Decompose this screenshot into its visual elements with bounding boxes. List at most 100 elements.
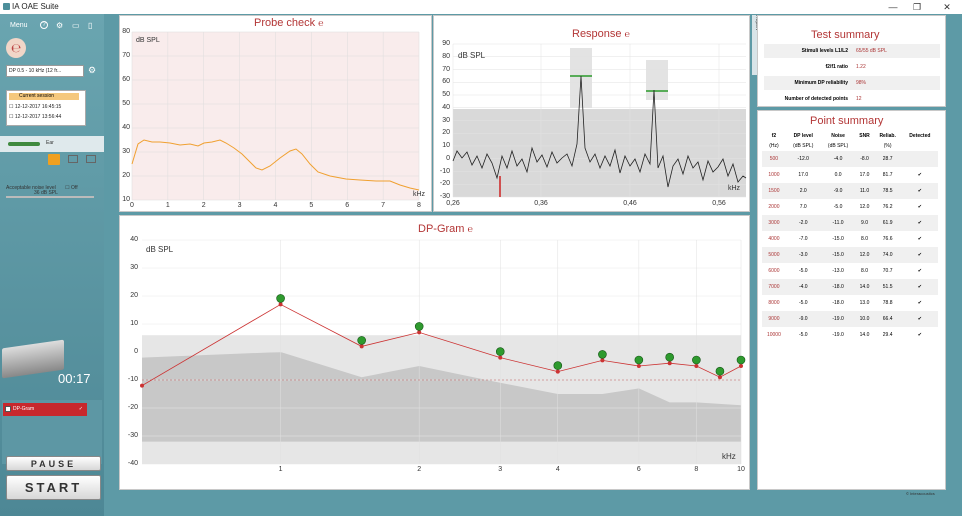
dp-point — [694, 364, 699, 368]
dpgram-checkbox[interactable] — [5, 406, 11, 412]
x-tick-label: 0,46 — [623, 200, 637, 207]
table-cell: ✔ — [901, 215, 938, 231]
table-cell: 28.7 — [873, 151, 902, 167]
sidebar-menu-row: Menu ? ⚙ ▭ ▯ — [6, 18, 101, 32]
table-cell: 4000 — [768, 236, 780, 242]
current-session-item[interactable]: Current session — [9, 93, 79, 100]
table-cell: 66.4 — [873, 311, 902, 327]
report-toggle[interactable] — [86, 155, 96, 163]
stimulus-marker-f2 — [646, 60, 668, 100]
table-cell: -11.0 — [820, 215, 856, 231]
summary-row: Stimuli levels L1/L2 65/55 dB SPL — [764, 44, 940, 58]
window-title: IA OAE Suite — [12, 2, 59, 11]
y-tick-label: 60 — [122, 76, 130, 83]
noise-off-checkbox[interactable]: ☐ Off — [65, 185, 77, 191]
x-tick-label: 7 — [381, 202, 386, 209]
table-cell: -4.0 — [785, 279, 821, 295]
y-tick-label: 0 — [134, 348, 138, 355]
table-cell: -13.0 — [832, 268, 844, 274]
table-row: 4000 -7.0 -15.0 8.0 76.6 ✔ — [762, 231, 938, 247]
summary-value: 98% — [856, 80, 867, 86]
x-tick-label: 0,26 — [446, 200, 460, 207]
noise-slider-track[interactable] — [6, 196, 94, 198]
table-cell: 74.0 — [873, 247, 902, 263]
summary-label: Number of detected points — [784, 96, 848, 102]
y-tick-label: 60 — [442, 78, 450, 86]
session-item[interactable]: ☐ 12-12-2017 13:56:44 — [9, 114, 61, 120]
table-header: f2 DP level Noise SNR Reliab. Detected — [762, 131, 938, 141]
y-tick-label: 40 — [122, 124, 130, 131]
table-cell: ✔ — [917, 332, 922, 338]
x-tick-label: 2 — [201, 202, 206, 209]
table-cell: 17.0 — [859, 172, 870, 178]
detected-check-icon — [665, 352, 674, 362]
detected-check-icon — [495, 347, 505, 356]
maximize-button[interactable]: ❐ — [910, 1, 924, 13]
save-icon[interactable]: ▯ — [88, 21, 92, 30]
ear-indicator — [8, 142, 40, 146]
y-axis-label: dB SPL — [136, 37, 160, 44]
detected-check-icon — [276, 294, 285, 303]
menu-button[interactable]: Menu — [10, 22, 28, 29]
close-button[interactable]: ✕ — [940, 1, 954, 13]
session-item[interactable]: ☐ 12-12-2017 16:45:15 — [9, 104, 61, 110]
session-date: 12-12-2017 16:45:15 — [14, 104, 62, 110]
table-cell: -2.0 — [785, 215, 821, 231]
column-header: Noise — [820, 131, 856, 141]
ear-select-icon[interactable]: ℮ — [6, 38, 26, 58]
dpgram-chart: dB SPL kHz — [140, 239, 746, 465]
ear-label: Ear — [46, 140, 54, 146]
pause-button[interactable]: PAUSE — [6, 456, 101, 471]
dp-point — [667, 361, 672, 366]
column-subheader: (dB SPL) — [820, 141, 856, 151]
table-cell: -15.0 — [832, 236, 844, 242]
table-row: 3000 -2.0 -11.0 9.0 61.9 ✔ — [762, 215, 938, 231]
session-date: 12-12-2017 13:56:44 — [14, 114, 62, 120]
noise-floor-area — [453, 109, 746, 197]
table-cell: 3000 — [762, 215, 786, 231]
table-cell: -5.0 — [798, 332, 808, 338]
table-row: 7000 -4.0 -18.0 14.0 51.5 ✔ — [762, 279, 938, 295]
y-axis-label: dB SPL — [146, 245, 174, 254]
table-cell: -19.0 — [820, 311, 856, 327]
y-tick-label: 0 — [446, 154, 450, 162]
y-tick-label: -10 — [127, 376, 138, 383]
x-axis-unit: kHz — [722, 452, 736, 461]
detected-check-icon — [414, 322, 424, 331]
protocol-select[interactable]: DP 0.5 - 10 kHz (12 fr... — [6, 65, 84, 77]
table-cell: -19.0 — [832, 332, 844, 338]
summary-row: Number of detected points 12 — [764, 92, 940, 106]
y-tick-label: 70 — [442, 65, 450, 73]
detected-check-icon — [598, 350, 607, 359]
detected-check-icon — [553, 361, 563, 370]
x-tick-label: 8 — [694, 466, 699, 473]
table-row: 2000 7.0 -5.0 12.0 76.2 ✔ — [762, 199, 938, 215]
y-tick-label: -40 — [127, 460, 138, 467]
dp-point — [278, 302, 283, 307]
view-toggle[interactable] — [68, 155, 78, 163]
table-cell: 500 — [762, 151, 786, 167]
print-icon[interactable]: ▭ — [72, 21, 80, 30]
protocol-settings-icon[interactable]: ⚙ — [88, 65, 96, 76]
detected-check-icon — [715, 366, 725, 376]
table-cell: 14.0 — [855, 279, 874, 295]
table-cell: 7000 — [762, 279, 786, 295]
x-tick-label: 1 — [278, 466, 283, 473]
summary-label: Stimuli levels L1/L2 — [801, 48, 848, 54]
minimize-button[interactable]: — — [886, 1, 900, 13]
dp-point — [600, 358, 605, 363]
column-header: Reliab. — [873, 131, 902, 141]
table-cell: 12.0 — [855, 247, 874, 263]
view-toggle-active[interactable] — [48, 154, 60, 165]
y-tick-label: 20 — [122, 172, 130, 179]
dpgram-test-item[interactable]: DP-Gram ✓ — [3, 403, 87, 416]
settings-icon[interactable]: ⚙ — [56, 21, 63, 30]
help-icon[interactable]: ? — [40, 21, 48, 29]
noise-slider-value: 36 dB SPL — [34, 190, 58, 196]
start-button[interactable]: START — [6, 475, 101, 500]
y-tick-label: 50 — [442, 91, 450, 98]
table-cell: -9.0 — [820, 183, 856, 199]
detected-check-icon — [634, 355, 644, 365]
y-tick-label: 40 — [442, 103, 450, 111]
table-row: 1000 17.0 0.0 17.0 81.7 ✔ — [762, 167, 938, 183]
